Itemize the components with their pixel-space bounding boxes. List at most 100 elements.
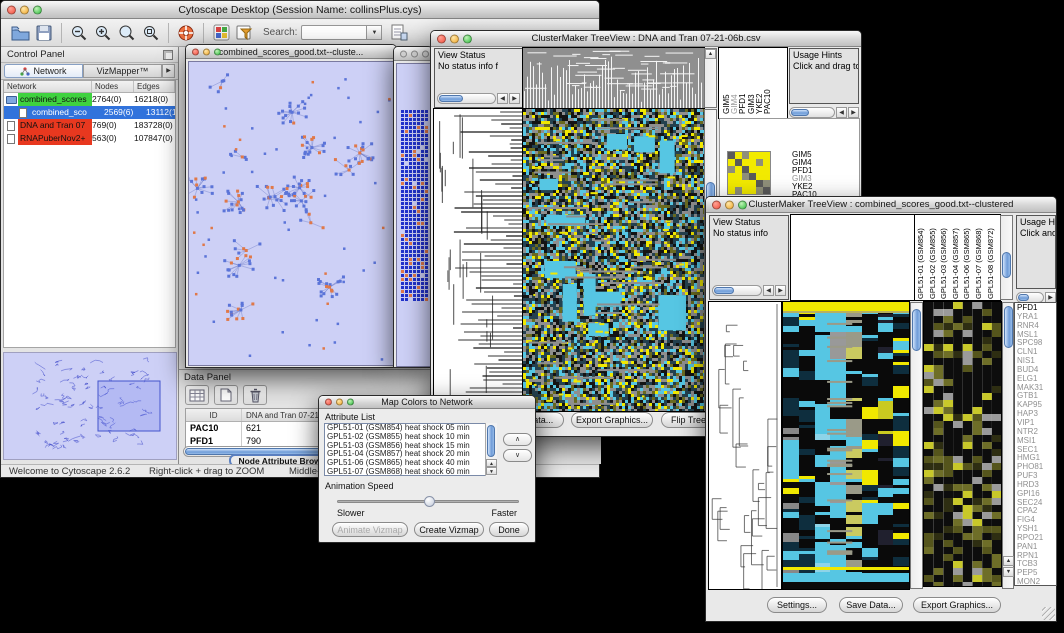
filter-annotation-icon[interactable] [233, 22, 257, 44]
export-graphics-button[interactable]: Export Graphics... [571, 412, 653, 428]
top-scroll-strip[interactable] [704, 48, 717, 108]
attribute-list-item[interactable]: GPL51-07 (GSM868) heat shock 60 min [327, 468, 496, 476]
network-list-header[interactable]: NetworkNodesEdges [4, 81, 175, 93]
vscrollbar-thumb[interactable] [912, 309, 921, 351]
window-controls[interactable] [192, 48, 221, 55]
search-input[interactable] [301, 25, 382, 40]
done-button[interactable]: Done [489, 522, 529, 537]
dense-network-canvas[interactable] [397, 64, 431, 366]
scroll-down-icon[interactable] [486, 467, 497, 475]
labels-vscrollbar[interactable] [1000, 215, 1013, 300]
close-button[interactable] [7, 5, 16, 14]
animation-speed-slider[interactable] [337, 500, 519, 503]
create-vizmap-button[interactable]: Create Vizmap [414, 522, 484, 537]
column-label[interactable]: GPL51-08 (GSM872) [987, 216, 999, 299]
network-graph-canvas[interactable] [189, 62, 393, 365]
scroll-right-icon[interactable] [775, 285, 786, 296]
tab-vizmapper[interactable]: VizMapper™ [83, 64, 162, 78]
row-dendrogram[interactable] [709, 302, 781, 589]
save-icon[interactable] [32, 22, 56, 44]
gene-label[interactable]: MON2 [1017, 578, 1054, 586]
col-id[interactable]: ID [186, 409, 242, 421]
vscrollbar-thumb[interactable] [487, 425, 495, 457]
slider-thumb[interactable] [424, 496, 435, 507]
zoom-heatmap[interactable] [924, 302, 1001, 586]
save-data-button[interactable]: Save Data... [839, 597, 903, 613]
float-panel-icon[interactable] [163, 50, 173, 60]
settings-button[interactable]: Settings... [767, 597, 827, 613]
window-controls[interactable] [325, 399, 354, 406]
global-heatmap[interactable] [783, 302, 909, 589]
network-row[interactable]: combined_sco 2569(6) 13112(15) [4, 106, 175, 119]
correlation-matrix-heatmap[interactable] [728, 152, 770, 194]
delete-attribute-trash-icon[interactable] [243, 385, 267, 405]
scroll-left-icon[interactable] [836, 107, 847, 118]
treeview-dna-title-bar[interactable]: ClusterMaker TreeView : DNA and Tran 07-… [431, 31, 861, 47]
zoom-button[interactable] [33, 5, 42, 14]
zoom-fit-icon[interactable] [115, 22, 139, 44]
zoom-out-icon[interactable] [67, 22, 91, 44]
scroll-right-icon[interactable] [509, 93, 520, 104]
search-dropdown-arrow-icon[interactable] [367, 25, 382, 40]
scrollbar-thumb[interactable] [791, 109, 809, 116]
column-label[interactable]: GPL51-07 (GSM868) [975, 216, 987, 299]
tabs-overflow-arrow-icon[interactable] [162, 64, 175, 78]
select-attributes-icon[interactable] [185, 385, 209, 405]
global-heatmap[interactable] [523, 109, 704, 411]
scroll-up-icon[interactable] [1003, 556, 1014, 566]
list-vscrollbar[interactable] [485, 423, 497, 476]
help-lifering-icon[interactable] [174, 22, 198, 44]
zoom-in-icon[interactable] [91, 22, 115, 44]
view-status-scrollbar[interactable] [712, 284, 786, 297]
network-row[interactable]: DNA and Tran 07 769(0) 183728(0) [4, 119, 175, 132]
scroll-left-icon[interactable] [763, 285, 774, 296]
zoom-selected-icon[interactable] [139, 22, 163, 44]
row-dendrogram[interactable] [434, 109, 523, 411]
network-view-title-bar[interactable]: combined_scores_good.txt--cluste... [186, 45, 396, 59]
column-dendrogram[interactable] [523, 48, 704, 108]
network-row[interactable]: RNAPuberNov2+ 563(0) 107847(0) [4, 132, 175, 145]
network-overview-panel[interactable] [3, 352, 177, 460]
import-table-icon[interactable] [387, 22, 411, 44]
search-field[interactable] [301, 25, 367, 40]
scrollbar-thumb[interactable] [714, 287, 734, 294]
move-up-button[interactable]: ∧ [503, 433, 532, 446]
minimize-button[interactable] [20, 5, 29, 14]
vizmapper-icon[interactable] [209, 22, 233, 44]
scrollbar-thumb[interactable] [1018, 294, 1029, 301]
window-controls[interactable] [437, 34, 472, 43]
vscrollbar-thumb[interactable] [1004, 306, 1013, 348]
column-label[interactable]: GPL51-01 (GSM854) [917, 216, 929, 299]
scroll-down-icon[interactable] [1003, 567, 1014, 577]
col-edges[interactable]: Edges [134, 81, 175, 92]
export-graphics-button[interactable]: Export Graphics... [913, 597, 1001, 613]
open-file-icon[interactable] [8, 22, 32, 44]
col-network[interactable]: Network [4, 81, 92, 92]
scroll-up-icon[interactable] [486, 459, 497, 467]
scroll-right-icon[interactable] [848, 107, 859, 118]
scrollbar-thumb[interactable] [439, 95, 463, 102]
dialog-title-bar[interactable]: Map Colors to Network [319, 396, 535, 409]
window-controls[interactable] [712, 200, 747, 209]
main-title-bar[interactable]: Cytoscape Desktop (Session Name: collins… [1, 1, 599, 19]
resize-grip[interactable] [1042, 607, 1055, 620]
window-controls[interactable] [7, 5, 42, 14]
scroll-up-icon[interactable] [705, 49, 716, 59]
treeview-combined-title-bar[interactable]: ClusterMaker TreeView : combined_scores_… [706, 197, 1056, 213]
heatmap-vscrollbar[interactable] [910, 302, 923, 589]
network-birdseye-view[interactable] [4, 353, 176, 459]
gene-list-vscrollbar[interactable] [1002, 302, 1014, 589]
move-down-button[interactable]: ∨ [503, 449, 532, 462]
window-controls[interactable] [400, 50, 429, 57]
column-dendrogram-area[interactable] [791, 215, 915, 300]
view-status-scrollbar[interactable] [437, 92, 520, 105]
vscrollbar-thumb[interactable] [1002, 252, 1011, 278]
col-nodes[interactable]: Nodes [92, 81, 134, 92]
column-label[interactable]: PAC10 [764, 50, 772, 114]
scroll-left-icon[interactable] [497, 93, 508, 104]
background-window-title-bar[interactable] [394, 47, 432, 61]
animate-vizmap-button[interactable]: Animate Vizmap [332, 522, 408, 537]
new-attribute-icon[interactable] [214, 385, 238, 405]
tab-network[interactable]: Network [4, 64, 83, 78]
network-row[interactable]: combined_scores 2764(0) 16218(0) [4, 93, 175, 106]
